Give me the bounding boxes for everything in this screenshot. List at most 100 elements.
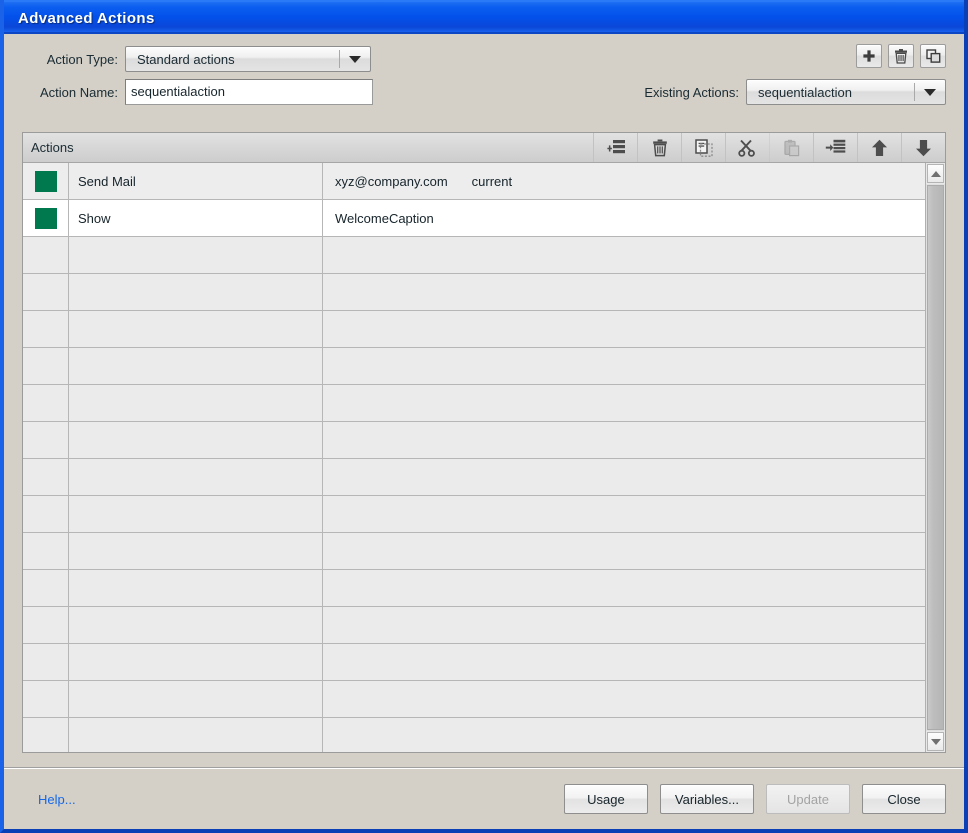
row-action-arguments[interactable] bbox=[323, 496, 925, 532]
table-row-empty[interactable] bbox=[23, 496, 925, 533]
row-action-name[interactable] bbox=[69, 681, 323, 717]
table-row-empty[interactable] bbox=[23, 385, 925, 422]
chevron-down-icon bbox=[340, 55, 370, 63]
triangle-up-icon bbox=[930, 170, 941, 177]
scroll-down-button[interactable] bbox=[927, 732, 944, 751]
row-action-arguments[interactable] bbox=[323, 607, 925, 643]
row-action-name[interactable] bbox=[69, 496, 323, 532]
delete-action-button[interactable] bbox=[888, 44, 914, 68]
title-bar[interactable]: Advanced Actions bbox=[4, 0, 964, 34]
move-up-button[interactable] bbox=[857, 133, 901, 162]
row-color-cell[interactable] bbox=[23, 200, 69, 236]
copy-row-button[interactable] bbox=[681, 133, 725, 162]
row-color-cell[interactable] bbox=[23, 718, 69, 752]
table-row-empty[interactable] bbox=[23, 644, 925, 681]
row-action-name[interactable] bbox=[69, 348, 323, 384]
action-name-input[interactable]: sequentialaction bbox=[125, 79, 373, 105]
table-row-empty[interactable] bbox=[23, 607, 925, 644]
table-row-empty[interactable] bbox=[23, 718, 925, 752]
row-action-name[interactable] bbox=[69, 311, 323, 347]
row-color-cell[interactable] bbox=[23, 237, 69, 273]
footer-button-group: Usage Variables... Update Close bbox=[563, 784, 946, 814]
insert-row-icon bbox=[825, 139, 846, 153]
row-color-cell[interactable] bbox=[23, 681, 69, 717]
row-color-cell[interactable] bbox=[23, 496, 69, 532]
existing-actions-select[interactable]: sequentialaction bbox=[746, 79, 946, 105]
row-action-name[interactable] bbox=[69, 385, 323, 421]
row-action-name[interactable] bbox=[69, 570, 323, 606]
row-color-cell[interactable] bbox=[23, 607, 69, 643]
row-color-cell[interactable] bbox=[23, 348, 69, 384]
cut-row-button[interactable] bbox=[725, 133, 769, 162]
row-action-arguments[interactable] bbox=[323, 570, 925, 606]
row-color-cell[interactable] bbox=[23, 422, 69, 458]
actions-row-list: Send Mail xyz@company.com current Show Welco… bbox=[23, 163, 925, 752]
row-action-arguments[interactable] bbox=[323, 348, 925, 384]
row-color-cell[interactable] bbox=[23, 459, 69, 495]
row-action-arguments[interactable] bbox=[323, 459, 925, 495]
row-color-cell[interactable] bbox=[23, 311, 69, 347]
table-row-empty[interactable] bbox=[23, 570, 925, 607]
grid-vertical-scrollbar[interactable] bbox=[925, 163, 945, 752]
table-row-empty[interactable] bbox=[23, 533, 925, 570]
scrollbar-track[interactable] bbox=[926, 184, 945, 731]
row-color-cell[interactable] bbox=[23, 274, 69, 310]
row-action-name[interactable] bbox=[69, 422, 323, 458]
row-action-name[interactable] bbox=[69, 607, 323, 643]
row-color-cell[interactable] bbox=[23, 533, 69, 569]
add-row-icon bbox=[606, 140, 625, 154]
row-action-arguments[interactable] bbox=[323, 311, 925, 347]
table-row-empty[interactable] bbox=[23, 681, 925, 718]
table-row[interactable]: Send Mail xyz@company.com current bbox=[23, 163, 925, 200]
action-type-label: Action Type: bbox=[46, 51, 118, 67]
row-action-name[interactable]: Show bbox=[69, 200, 323, 236]
window-title: Advanced Actions bbox=[18, 9, 155, 27]
row-action-name[interactable] bbox=[69, 459, 323, 495]
row-action-name[interactable] bbox=[69, 718, 323, 752]
row-action-arguments[interactable] bbox=[323, 422, 925, 458]
row-color-cell[interactable] bbox=[23, 570, 69, 606]
row-action-name[interactable] bbox=[69, 237, 323, 273]
row-color-cell[interactable] bbox=[23, 644, 69, 680]
copy-windows-icon bbox=[925, 49, 940, 63]
scrollbar-thumb[interactable] bbox=[927, 185, 944, 730]
delete-row-button[interactable] bbox=[637, 133, 681, 162]
move-down-button[interactable] bbox=[901, 133, 945, 162]
paste-row-button[interactable] bbox=[769, 133, 813, 162]
paste-icon bbox=[784, 139, 800, 156]
action-type-select[interactable]: Standard actions bbox=[125, 46, 371, 72]
scroll-up-button[interactable] bbox=[927, 164, 944, 183]
help-link[interactable]: Help... bbox=[22, 792, 76, 807]
row-action-arguments[interactable] bbox=[323, 718, 925, 752]
table-row-empty[interactable] bbox=[23, 237, 925, 274]
close-button[interactable]: Close bbox=[862, 784, 946, 814]
row-action-name[interactable] bbox=[69, 644, 323, 680]
table-row[interactable]: Show WelcomeCaption bbox=[23, 200, 925, 237]
table-row-empty[interactable] bbox=[23, 422, 925, 459]
add-action-button[interactable] bbox=[856, 44, 882, 68]
row-action-arguments[interactable] bbox=[323, 533, 925, 569]
table-row-empty[interactable] bbox=[23, 348, 925, 385]
table-row-empty[interactable] bbox=[23, 274, 925, 311]
row-action-arguments[interactable]: WelcomeCaption bbox=[323, 200, 925, 236]
row-action-name[interactable]: Send Mail bbox=[69, 163, 323, 199]
row-action-arguments[interactable] bbox=[323, 237, 925, 273]
row-action-arguments[interactable] bbox=[323, 274, 925, 310]
add-row-button[interactable] bbox=[593, 133, 637, 162]
duplicate-action-button[interactable] bbox=[920, 44, 946, 68]
row-action-name[interactable] bbox=[69, 533, 323, 569]
row-color-cell[interactable] bbox=[23, 163, 69, 199]
usage-button[interactable]: Usage bbox=[563, 784, 648, 814]
trash-icon bbox=[652, 139, 667, 156]
variables-button[interactable]: Variables... bbox=[659, 784, 754, 814]
action-type-row: Action Type: Standard actions bbox=[22, 46, 371, 72]
table-row-empty[interactable] bbox=[23, 459, 925, 496]
insert-row-button[interactable] bbox=[813, 133, 857, 162]
table-row-empty[interactable] bbox=[23, 311, 925, 348]
row-color-cell[interactable] bbox=[23, 385, 69, 421]
row-action-arguments[interactable] bbox=[323, 644, 925, 680]
row-action-arguments[interactable]: xyz@company.com current bbox=[323, 163, 925, 199]
row-action-arguments[interactable] bbox=[323, 681, 925, 717]
row-action-name[interactable] bbox=[69, 274, 323, 310]
row-action-arguments[interactable] bbox=[323, 385, 925, 421]
